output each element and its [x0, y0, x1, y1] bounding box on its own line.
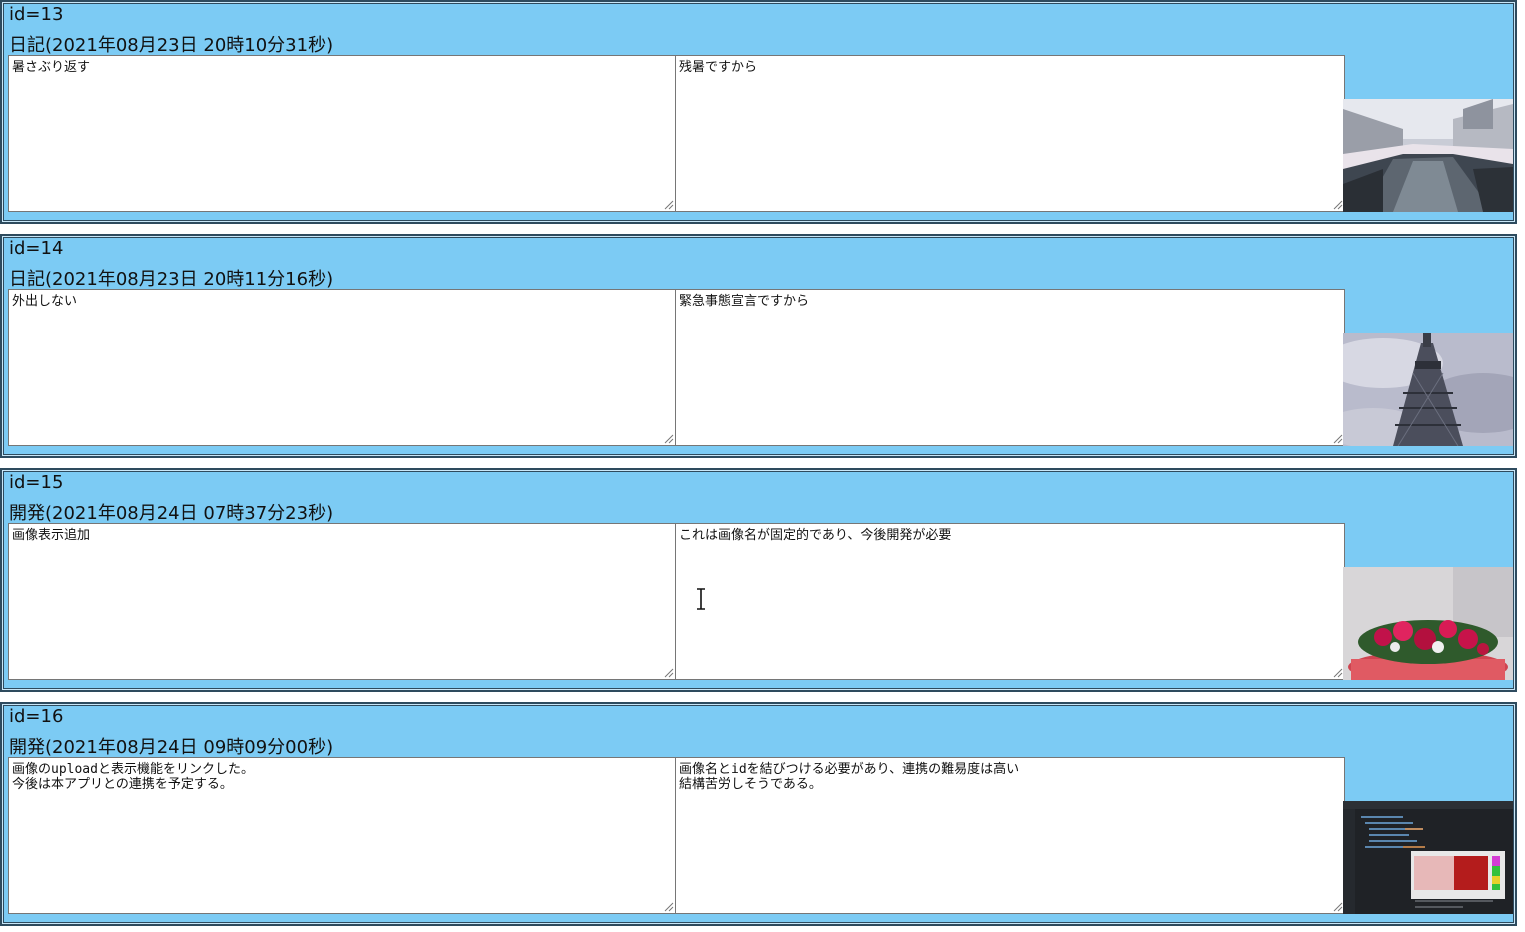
entry-title: 日記(2021年08月23日 20時11分16秒) — [9, 265, 333, 291]
resize-grip-icon[interactable] — [1332, 667, 1343, 678]
textarea-content: 緊急事態宣言ですから — [679, 294, 810, 309]
textarea-content: 暑さぶり返す — [12, 60, 91, 75]
entry-title: 開発(2021年08月24日 09時09分00秒) — [9, 733, 333, 759]
entry-title: 開発(2021年08月24日 07時37分23秒) — [9, 499, 333, 525]
resize-grip-icon[interactable] — [663, 433, 674, 444]
entry-card: id=14 日記(2021年08月23日 20時11分16秒) 外出しない 緊急… — [0, 234, 1517, 458]
entry-title-textarea[interactable]: 外出しない — [8, 289, 676, 446]
river-photo — [1343, 99, 1513, 212]
entry-timestamp: (2021年08月23日 20時11分16秒) — [45, 269, 334, 290]
textarea-content: 画像名とidを結びつける必要があり、連携の難易度は高い 結構苦労しそうである。 — [679, 762, 1020, 792]
entry-id: id=15 — [9, 472, 64, 493]
entry-card: id=16 開発(2021年08月24日 09時09分00秒) 画像のuploa… — [0, 702, 1517, 926]
flowers-photo — [1343, 567, 1513, 680]
textarea-content: これは画像名が固定的であり、今後開発が必要 — [679, 528, 952, 543]
entry-id: id=14 — [9, 238, 64, 259]
textarea-content: 外出しない — [12, 294, 78, 309]
entry-body-textarea[interactable]: これは画像名が固定的であり、今後開発が必要 — [675, 523, 1345, 680]
resize-grip-icon[interactable] — [1332, 199, 1343, 210]
entry-list: id=13 日記(2021年08月23日 20時10分31秒) 暑さぶり返す 残… — [0, 0, 1525, 932]
resize-grip-icon[interactable] — [1332, 433, 1343, 444]
entry-card: id=13 日記(2021年08月23日 20時10分31秒) 暑さぶり返す 残… — [0, 0, 1517, 224]
textarea-content: 残暑ですから — [679, 60, 758, 75]
entry-title-textarea[interactable]: 暑さぶり返す — [8, 55, 676, 212]
textarea-content: 画像のuploadと表示機能をリンクした。 今後は本アプリとの連携を予定する。 — [12, 762, 254, 792]
entry-id: id=16 — [9, 706, 64, 727]
entry-title-textarea[interactable]: 画像のuploadと表示機能をリンクした。 今後は本アプリとの連携を予定する。 — [8, 757, 676, 914]
resize-grip-icon[interactable] — [663, 199, 674, 210]
entry-body-textarea[interactable]: 緊急事態宣言ですから — [675, 289, 1345, 446]
textarea-content: 画像表示追加 — [12, 528, 91, 543]
entry-body-textarea[interactable]: 残暑ですから — [675, 55, 1345, 212]
entry-category: 開発 — [9, 503, 45, 524]
tower-photo — [1343, 333, 1513, 446]
entry-card: id=15 開発(2021年08月24日 07時37分23秒) 画像表示追加 こ… — [0, 468, 1517, 692]
entry-id: id=13 — [9, 4, 64, 25]
entry-timestamp: (2021年08月24日 07時37分23秒) — [45, 503, 334, 524]
resize-grip-icon[interactable] — [663, 901, 674, 912]
resize-grip-icon[interactable] — [663, 667, 674, 678]
entry-timestamp: (2021年08月24日 09時09分00秒) — [45, 737, 334, 758]
entry-title-textarea[interactable]: 画像表示追加 — [8, 523, 676, 680]
entry-timestamp: (2021年08月23日 20時10分31秒) — [45, 35, 334, 56]
entry-category: 日記 — [9, 269, 45, 290]
entry-title: 日記(2021年08月23日 20時10分31秒) — [9, 31, 333, 57]
entry-body-textarea[interactable]: 画像名とidを結びつける必要があり、連携の難易度は高い 結構苦労しそうである。 — [675, 757, 1345, 914]
resize-grip-icon[interactable] — [1332, 901, 1343, 912]
editor-screenshot — [1343, 801, 1513, 914]
entry-category: 開発 — [9, 737, 45, 758]
entry-category: 日記 — [9, 35, 45, 56]
